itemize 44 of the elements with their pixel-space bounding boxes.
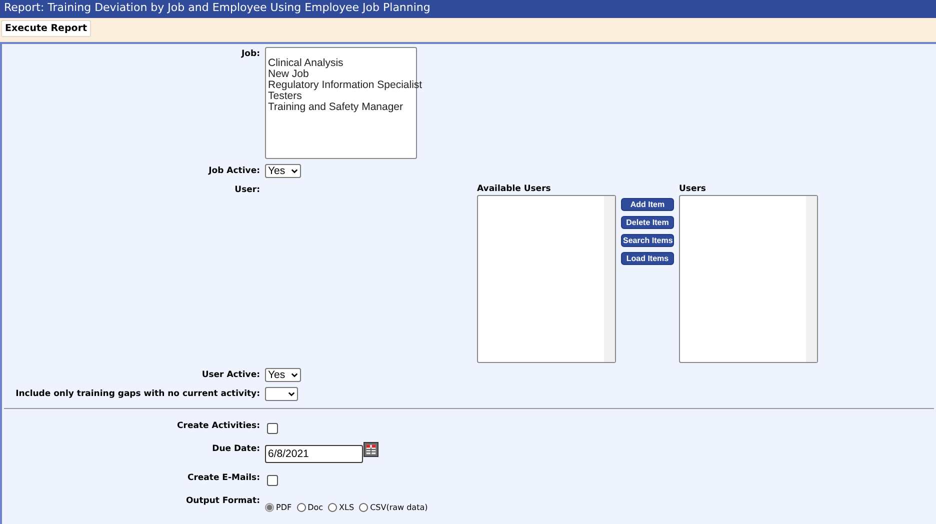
- available-users-listbox[interactable]: [477, 195, 616, 363]
- execute-report-button[interactable]: Execute Report: [1, 20, 92, 37]
- list-heading: Available Users: [477, 183, 552, 195]
- list-option[interactable]: Clinical Analysis: [268, 58, 422, 69]
- create-activities-checkbox[interactable]: [267, 423, 278, 434]
- radio-label: Doc: [308, 502, 324, 512]
- chevron-icon: [291, 372, 298, 378]
- radio-label: PDF: [276, 502, 292, 512]
- list-action-button[interactable]: Load Items: [621, 252, 674, 265]
- field-label: Include only training gaps with no current activity:: [14, 388, 260, 399]
- list-option[interactable]: Testers: [268, 91, 422, 102]
- create-emails-checkbox[interactable]: [267, 475, 278, 486]
- gaps-only-select[interactable]: [265, 387, 298, 401]
- radio-button[interactable]: [265, 503, 274, 512]
- scrollbar[interactable]: [806, 196, 817, 362]
- list-action-button[interactable]: Add Item: [621, 198, 674, 211]
- list-option[interactable]: Training and Safety Manager: [268, 102, 422, 113]
- list-option[interactable]: Regulatory Information Specialist: [268, 80, 422, 91]
- list-action-button[interactable]: Search Items: [621, 234, 674, 247]
- radio-button[interactable]: [359, 503, 368, 512]
- list-heading: Users: [679, 183, 707, 195]
- list-action-button[interactable]: Delete Item: [621, 216, 674, 229]
- field-label: User Active:: [200, 369, 260, 380]
- field-label: Output Format:: [184, 495, 260, 506]
- list-option[interactable]: New Job: [268, 69, 422, 80]
- field-label: Due Date:: [211, 443, 260, 454]
- radio-button[interactable]: [328, 503, 338, 512]
- due-date-field[interactable]: 6/8/2021: [265, 445, 363, 463]
- users-listbox[interactable]: [679, 195, 818, 363]
- chevron-icon: [291, 168, 298, 174]
- chevron-icon: [288, 391, 295, 397]
- window-title: Report: Training Deviation by Job and Employee Using Employee Job Planning: [0, 0, 936, 18]
- radio-label: CSV(raw data): [370, 502, 428, 512]
- field-label: Job:: [240, 48, 260, 59]
- radio-label: XLS: [339, 502, 354, 512]
- calendar-icon[interactable]: [363, 442, 379, 457]
- radio-button[interactable]: [296, 503, 306, 512]
- field-label: Create Activities:: [176, 420, 260, 431]
- scrollbar[interactable]: [604, 196, 615, 362]
- field-label: User:: [234, 184, 260, 195]
- field-label: Job Active:: [207, 165, 260, 176]
- field-label: Create E-Mails:: [186, 472, 260, 483]
- user-active-select[interactable]: Yes: [265, 368, 301, 382]
- job-active-select[interactable]: Yes: [265, 164, 301, 178]
